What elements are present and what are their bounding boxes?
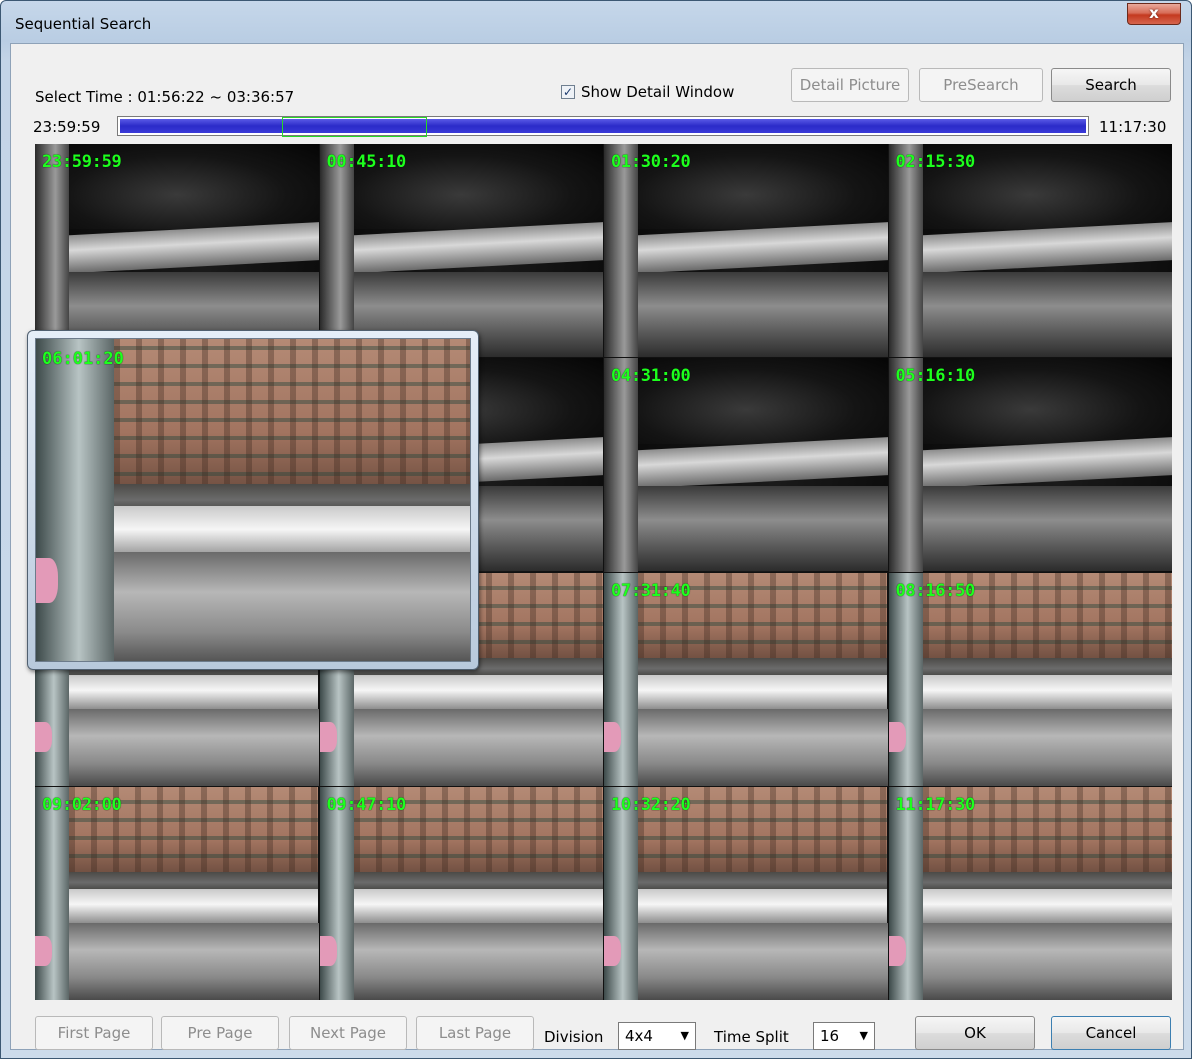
show-detail-window-checkbox[interactable]: ✓ Show Detail Window bbox=[561, 82, 734, 102]
time-split-select[interactable]: 16 ▼ bbox=[813, 1022, 875, 1050]
detail-timestamp: 06:01:20 bbox=[42, 349, 124, 369]
chevron-down-icon: ▼ bbox=[859, 1029, 868, 1042]
time-split-value: 16 bbox=[820, 1027, 840, 1045]
sequential-search-window: Sequential Search x Select Time : 01:56:… bbox=[0, 0, 1192, 1059]
last-page-button[interactable]: Last Page bbox=[416, 1016, 534, 1050]
next-page-button[interactable]: Next Page bbox=[289, 1016, 407, 1050]
division-label: Division bbox=[544, 1028, 604, 1046]
division-value: 4x4 bbox=[625, 1027, 653, 1045]
thumbnail-timestamp: 23:59:59 bbox=[42, 152, 122, 172]
thumbnail-cell[interactable]: 04:31:00 bbox=[604, 358, 888, 572]
thumbnail-timestamp: 11:17:30 bbox=[895, 794, 976, 815]
thumbnail-cell[interactable]: 05:16:10 bbox=[888, 358, 1172, 572]
thumbnail-cell[interactable]: 02:15:30 bbox=[888, 144, 1172, 358]
detail-window[interactable]: 06:01:20 bbox=[27, 330, 479, 670]
title-bar[interactable]: Sequential Search x bbox=[1, 1, 1191, 43]
thumbnail-timestamp: 08:16:50 bbox=[895, 580, 976, 601]
timeline-start-time: 23:59:59 bbox=[33, 118, 101, 136]
pre-page-button[interactable]: Pre Page bbox=[161, 1016, 279, 1050]
close-button[interactable]: x bbox=[1127, 3, 1181, 25]
division-select[interactable]: 4x4 ▼ bbox=[618, 1022, 696, 1050]
chevron-down-icon: ▼ bbox=[680, 1029, 689, 1042]
thumbnail-cell[interactable]: 09:47:10 bbox=[319, 786, 603, 1000]
time-split-label: Time Split bbox=[714, 1028, 789, 1046]
dialog-client-area: Select Time : 01:56:22 ~ 03:36:57 ✓ Show… bbox=[10, 43, 1184, 1050]
thumbnail-timestamp: 07:31:40 bbox=[611, 580, 691, 601]
thumbnail-cell[interactable]: 11:17:30 bbox=[888, 786, 1172, 1000]
timeline-selection[interactable] bbox=[282, 117, 427, 137]
timeline-bar bbox=[120, 117, 1086, 137]
detail-picture-button[interactable]: Detail Picture bbox=[791, 68, 909, 102]
thumbnail-cell[interactable]: 08:16:50 bbox=[888, 572, 1172, 786]
thumbnail-timestamp: 00:45:10 bbox=[326, 152, 407, 172]
ok-button[interactable]: OK bbox=[915, 1016, 1035, 1050]
window-title: Sequential Search bbox=[15, 15, 152, 33]
thumbnail-timestamp: 09:02:00 bbox=[42, 794, 122, 815]
thumbnail-timestamp: 02:15:30 bbox=[895, 152, 976, 172]
thumbnail-timestamp: 04:31:00 bbox=[611, 366, 691, 387]
checkmark-icon[interactable]: ✓ bbox=[561, 85, 575, 99]
thumbnail-timestamp: 09:47:10 bbox=[326, 794, 407, 815]
thumbnail-cell[interactable]: 09:02:00 bbox=[35, 786, 319, 1000]
thumbnail-timestamp: 10:32:20 bbox=[611, 794, 691, 815]
show-detail-window-label: Show Detail Window bbox=[581, 83, 735, 101]
detail-picture: 06:01:20 bbox=[35, 338, 471, 662]
timeline-slider[interactable] bbox=[117, 116, 1089, 137]
first-page-button[interactable]: First Page bbox=[35, 1016, 153, 1050]
timeline-end-time: 11:17:30 bbox=[1099, 118, 1167, 136]
thumbnail-timestamp: 05:16:10 bbox=[895, 366, 976, 387]
thumbnail-cell[interactable]: 07:31:40 bbox=[604, 572, 888, 786]
presearch-button[interactable]: PreSearch bbox=[919, 68, 1043, 102]
search-button[interactable]: Search bbox=[1051, 68, 1171, 102]
thumbnail-cell[interactable]: 00:45:10 bbox=[319, 144, 603, 358]
thumbnail-timestamp: 01:30:20 bbox=[611, 152, 691, 172]
thumbnail-cell[interactable]: 10:32:20 bbox=[604, 786, 888, 1000]
thumbnail-cell[interactable]: 23:59:59 bbox=[35, 144, 319, 358]
select-time-label: Select Time : 01:56:22 ~ 03:36:57 bbox=[35, 88, 295, 106]
thumbnail-cell[interactable]: 01:30:20 bbox=[604, 144, 888, 358]
cancel-button[interactable]: Cancel bbox=[1051, 1016, 1171, 1050]
